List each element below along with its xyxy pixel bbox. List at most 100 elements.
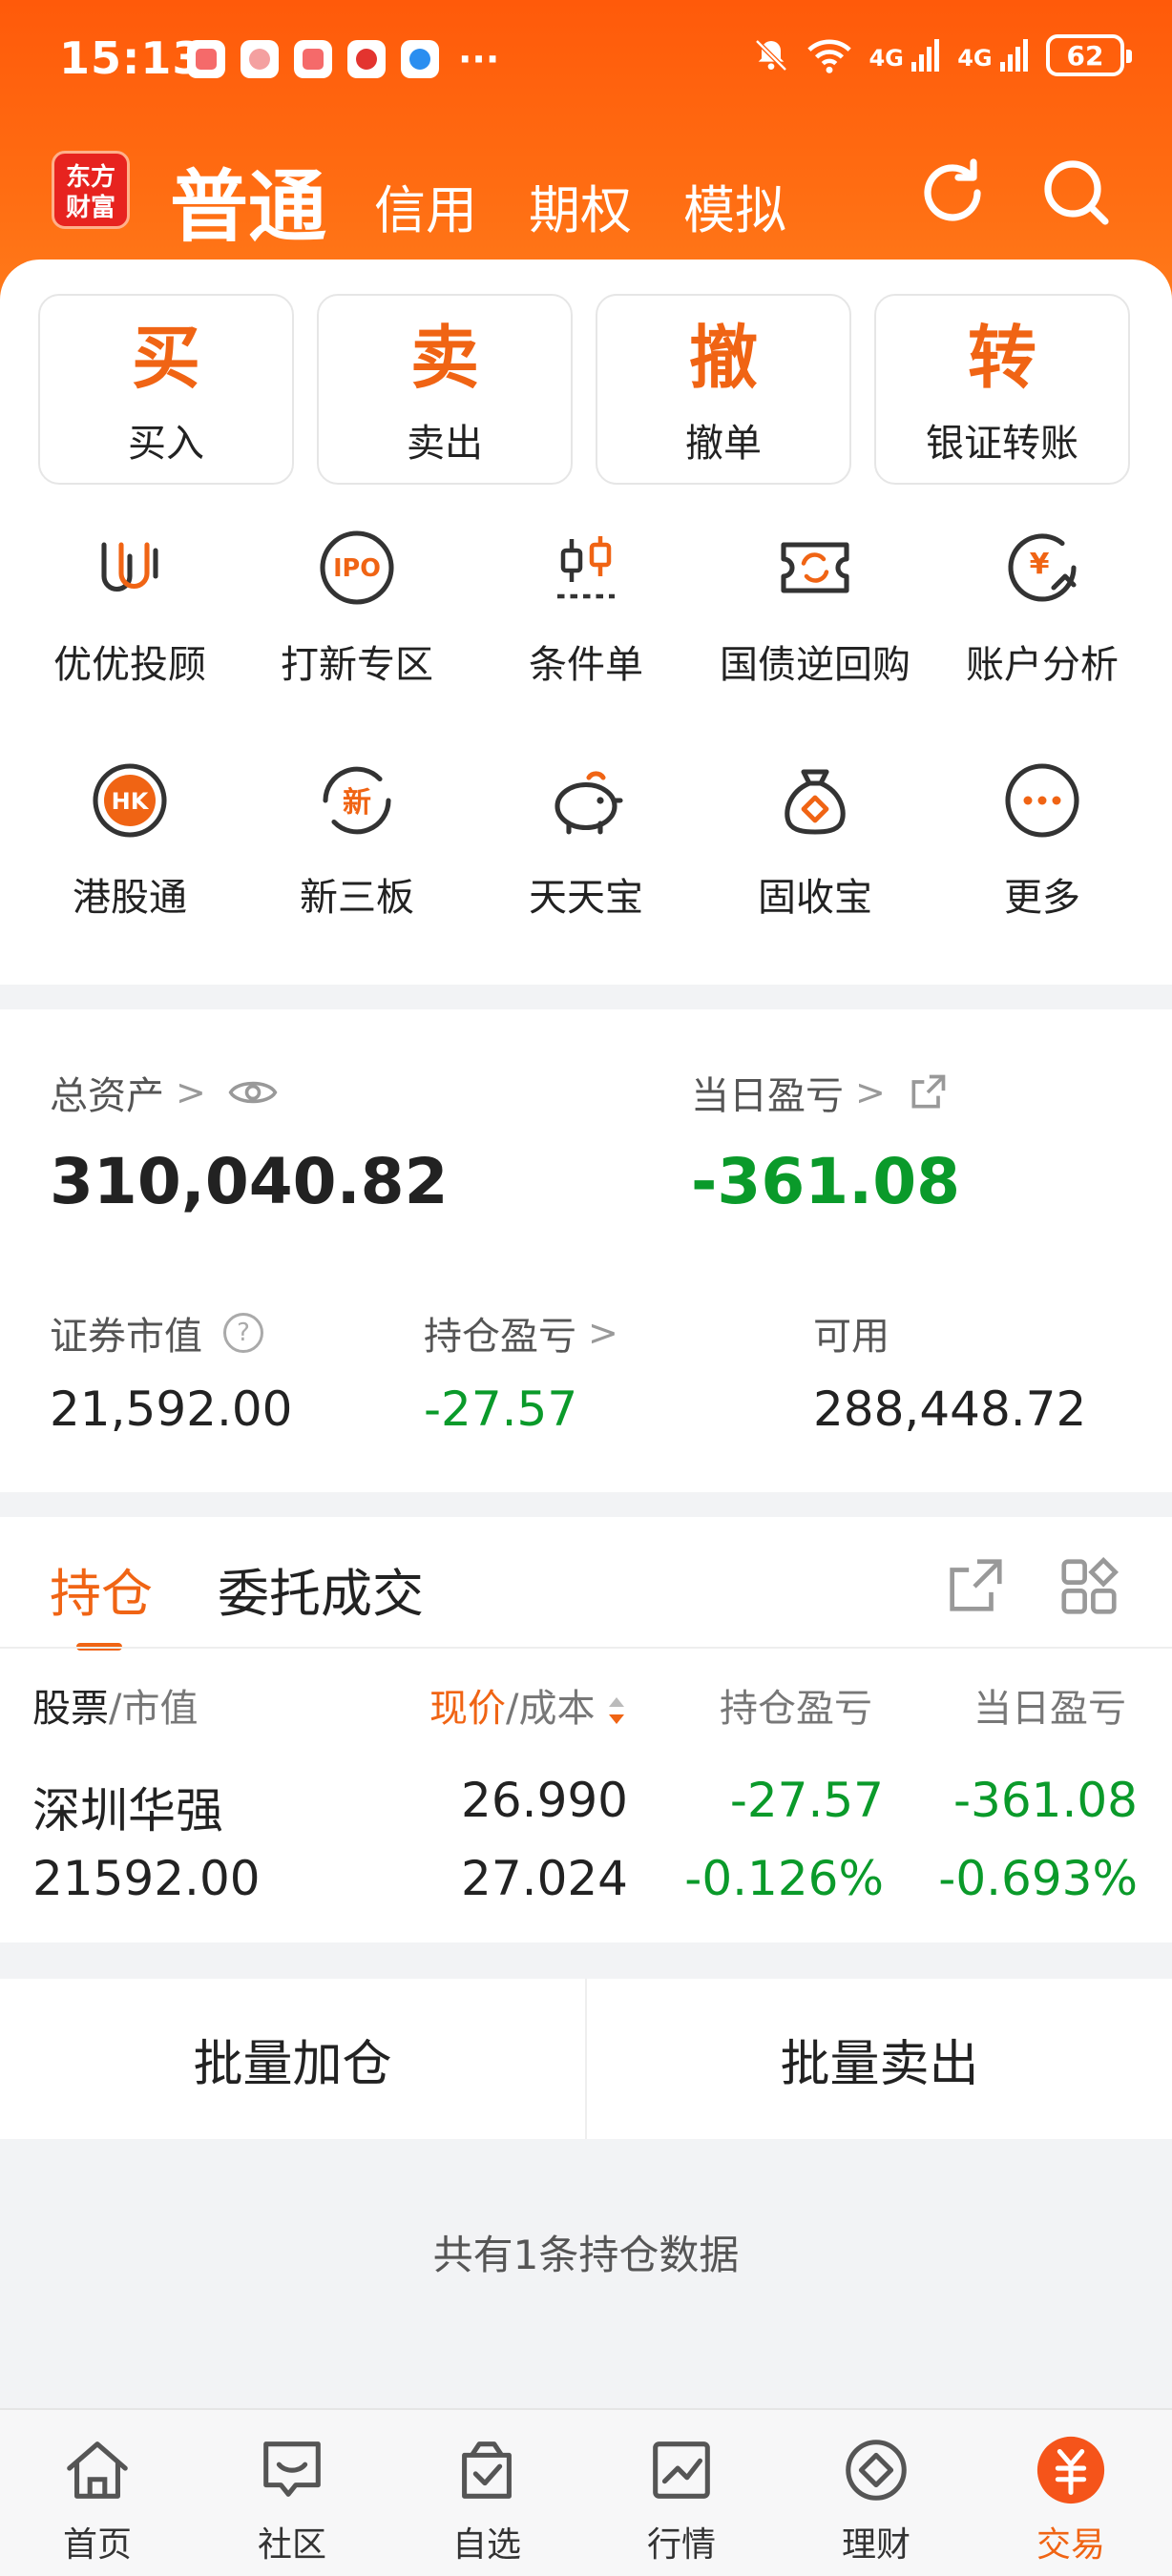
notification-app-icon bbox=[241, 40, 279, 78]
share-icon[interactable] bbox=[907, 1071, 949, 1113]
cancel-order-label: 撤单 bbox=[685, 422, 762, 466]
tab-simulation[interactable]: 模拟 bbox=[683, 168, 786, 243]
col-price-header[interactable]: 现价/成本 bbox=[429, 1677, 626, 1733]
help-icon[interactable]: ? bbox=[223, 1313, 263, 1353]
nav-market[interactable]: 行情 bbox=[584, 2433, 779, 2566]
available-label-row: 可用 bbox=[813, 1305, 889, 1361]
youyou-icon bbox=[101, 542, 158, 592]
signal-bars-icon bbox=[911, 39, 940, 72]
eye-icon[interactable] bbox=[227, 1075, 279, 1110]
available-value: 288,448.72 bbox=[813, 1381, 1087, 1437]
col-position-pl-header: 持仓盈亏 bbox=[720, 1687, 872, 1731]
service-label: 港股通 bbox=[73, 876, 187, 920]
col-stock-header-main: 股票 bbox=[32, 1687, 109, 1731]
market-chart-icon bbox=[653, 2441, 710, 2499]
hk-icon-text: HK bbox=[112, 788, 150, 815]
cellular-signal-2: 4G bbox=[957, 39, 1029, 72]
stock-price: 26.990 bbox=[461, 1773, 628, 1828]
tab-normal[interactable]: 普通 bbox=[170, 143, 326, 257]
logo-line-2: 财富 bbox=[65, 194, 115, 222]
total-assets-label: 总资产 bbox=[50, 1074, 164, 1118]
chevron-right-icon: > bbox=[855, 1071, 886, 1113]
market-value-label: 证券市值 bbox=[50, 1315, 202, 1359]
nav-home[interactable]: 首页 bbox=[0, 2433, 195, 2566]
nav-trade[interactable]: 交易 bbox=[973, 2433, 1168, 2566]
service-new-board[interactable]: 新 新三板 bbox=[242, 758, 471, 922]
stock-market-value: 21592.00 bbox=[32, 1851, 261, 1906]
share-icon[interactable] bbox=[941, 1553, 1008, 1620]
service-hk-connect[interactable]: HK 港股通 bbox=[15, 758, 244, 922]
account-analysis-icon: ¥ bbox=[1008, 533, 1077, 602]
account-nav: 东方 财富 普通 信用 期权 模拟 bbox=[0, 143, 1172, 253]
notification-app-icon bbox=[401, 40, 439, 78]
piggy-bank-icon bbox=[555, 771, 623, 835]
brand-logo[interactable]: 东方 财富 bbox=[52, 151, 130, 229]
tab-options[interactable]: 期权 bbox=[529, 168, 632, 243]
grid-layout-icon[interactable] bbox=[1056, 1553, 1122, 1620]
wifi-icon bbox=[807, 39, 852, 73]
total-assets-link[interactable]: 总资产 > bbox=[50, 1065, 279, 1120]
nav-wealth[interactable]: 理财 bbox=[779, 2433, 973, 2566]
service-tiantianbao[interactable]: 天天宝 bbox=[471, 758, 701, 922]
daily-pl-link[interactable]: 当日盈亏 > bbox=[691, 1065, 949, 1120]
stock-cost: 27.024 bbox=[461, 1851, 628, 1906]
nav-label: 社区 bbox=[257, 2525, 326, 2565]
hk-icon: HK bbox=[93, 763, 167, 838]
batch-sell-button[interactable]: 批量卖出 bbox=[587, 1979, 1172, 2139]
nav-label: 行情 bbox=[646, 2525, 716, 2565]
chevron-right-icon: > bbox=[588, 1312, 618, 1354]
refresh-icon[interactable] bbox=[914, 155, 991, 231]
bottom-nav: 首页 社区 自选 行情 理财 交易 bbox=[0, 2408, 1172, 2576]
service-guoshoubao[interactable]: 固收宝 bbox=[701, 758, 930, 922]
tab-positions[interactable]: 持仓 bbox=[50, 1551, 153, 1627]
service-label: 账户分析 bbox=[966, 643, 1119, 687]
sell-button[interactable]: 卖 卖出 bbox=[317, 294, 573, 485]
nav-watchlist[interactable]: 自选 bbox=[389, 2433, 584, 2566]
watchlist-icon bbox=[462, 2441, 512, 2499]
cancel-order-button[interactable]: 撤 撤单 bbox=[596, 294, 851, 485]
daily-pl-value: -361.08 bbox=[691, 1145, 961, 1218]
market-value: 21,592.00 bbox=[50, 1381, 293, 1437]
trade-icon bbox=[1036, 2436, 1105, 2504]
service-label: 天天宝 bbox=[529, 876, 643, 920]
nav-community[interactable]: 社区 bbox=[195, 2433, 389, 2566]
service-youyou[interactable]: 优优投顾 bbox=[15, 525, 244, 689]
service-label: 新三板 bbox=[300, 876, 414, 920]
stock-daily-pl: -361.08 bbox=[953, 1773, 1138, 1828]
service-conditional-order[interactable]: 条件单 bbox=[471, 525, 701, 689]
wealth-icon bbox=[846, 2440, 907, 2501]
tab-credit[interactable]: 信用 bbox=[374, 168, 477, 243]
service-repo[interactable]: 国债逆回购 bbox=[701, 525, 930, 689]
battery-indicator: 62 bbox=[1046, 34, 1132, 76]
service-label: 打新专区 bbox=[281, 643, 433, 687]
service-label: 条件单 bbox=[529, 643, 643, 687]
market-value-label-row: 证券市值 ? bbox=[50, 1305, 263, 1361]
search-icon[interactable] bbox=[1038, 155, 1115, 231]
bank-transfer-button[interactable]: 转 银证转账 bbox=[874, 294, 1130, 485]
service-account-analysis[interactable]: ¥ 账户分析 bbox=[928, 525, 1157, 689]
bank-transfer-label: 银证转账 bbox=[926, 422, 1078, 466]
batch-add-button[interactable]: 批量加仓 bbox=[0, 1979, 585, 2139]
network-type-label: 4G bbox=[957, 45, 993, 72]
buy-button[interactable]: 买 买入 bbox=[38, 294, 294, 485]
ipo-icon-text: IPO bbox=[333, 554, 381, 583]
buy-label: 买入 bbox=[128, 422, 204, 466]
repo-ticket-icon bbox=[781, 542, 849, 593]
status-bar: 15:13 ··· 4G 4G 62 bbox=[0, 0, 1172, 114]
tab-orders-trades[interactable]: 委托成交 bbox=[218, 1551, 424, 1627]
trading-page: 15:13 ··· 4G 4G 62 东方 财富 普通 信用 期权 模拟 买 买… bbox=[0, 0, 1172, 2576]
sort-icon bbox=[609, 1697, 625, 1724]
total-assets-value: 310,040.82 bbox=[50, 1145, 449, 1218]
service-label: 优优投顾 bbox=[53, 643, 206, 687]
nav-label: 交易 bbox=[1036, 2525, 1105, 2565]
more-notifications-icon: ··· bbox=[458, 38, 500, 80]
position-pl-link[interactable]: 持仓盈亏 > bbox=[424, 1305, 618, 1361]
stock-name: 深圳华强 bbox=[32, 1783, 223, 1839]
candlestick-icon bbox=[557, 536, 615, 599]
daily-pl-label: 当日盈亏 bbox=[691, 1074, 844, 1118]
nav-label: 首页 bbox=[62, 2525, 132, 2565]
notification-app-icon bbox=[347, 40, 386, 78]
service-ipo[interactable]: IPO 打新专区 bbox=[242, 525, 471, 689]
sell-glyph: 卖 bbox=[409, 318, 479, 398]
service-more[interactable]: 更多 bbox=[928, 758, 1157, 922]
